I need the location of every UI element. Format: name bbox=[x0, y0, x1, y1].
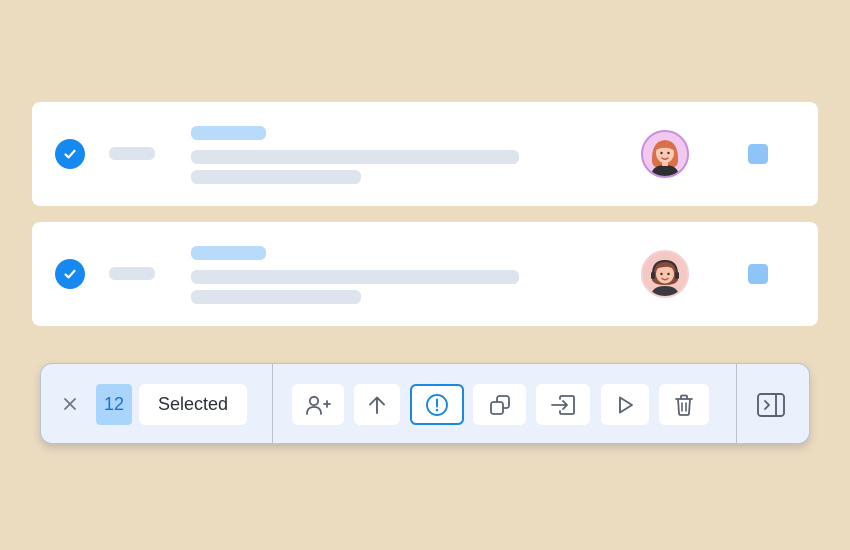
woman-avatar-icon bbox=[643, 132, 687, 176]
checkbox-checked[interactable] bbox=[55, 259, 85, 289]
delete-button[interactable] bbox=[659, 384, 709, 425]
move-to-button[interactable] bbox=[536, 384, 590, 425]
selected-count-badge: 12 bbox=[96, 384, 132, 425]
status-square bbox=[748, 144, 768, 164]
toggle-panel-button[interactable] bbox=[753, 384, 789, 425]
checkbox-checked[interactable] bbox=[55, 139, 85, 169]
duplicate-button[interactable] bbox=[473, 384, 526, 425]
arrow-up-icon bbox=[369, 396, 385, 414]
duplicate-icon bbox=[489, 394, 510, 415]
avatar bbox=[641, 250, 689, 298]
add-user-button[interactable] bbox=[292, 384, 344, 425]
selected-label: Selected bbox=[139, 384, 247, 425]
toolbar-divider bbox=[736, 364, 737, 443]
trash-icon bbox=[675, 394, 693, 416]
avatar bbox=[641, 130, 689, 178]
alert-icon bbox=[426, 393, 448, 416]
move-to-icon bbox=[551, 394, 575, 415]
placeholder-text-line bbox=[191, 270, 519, 284]
checkmark-icon bbox=[64, 149, 76, 159]
report-issue-button[interactable] bbox=[410, 384, 464, 425]
toolbar-divider bbox=[272, 364, 273, 443]
status-square bbox=[748, 264, 768, 284]
woman-headset-avatar-icon bbox=[643, 252, 687, 296]
placeholder-title bbox=[191, 246, 266, 260]
placeholder-text-line bbox=[191, 170, 361, 184]
selection-toolbar: 12 Selected bbox=[40, 363, 810, 444]
close-icon bbox=[64, 398, 76, 410]
add-user-icon bbox=[306, 395, 331, 415]
move-up-button[interactable] bbox=[354, 384, 400, 425]
play-button[interactable] bbox=[601, 384, 649, 425]
checkmark-icon bbox=[64, 269, 76, 279]
list-item[interactable] bbox=[32, 222, 818, 326]
list-item[interactable] bbox=[32, 102, 818, 206]
panel-toggle-icon bbox=[757, 392, 785, 417]
play-icon bbox=[619, 396, 633, 413]
placeholder-text-line bbox=[191, 290, 361, 304]
placeholder-label bbox=[109, 267, 155, 280]
close-selection-button[interactable] bbox=[60, 394, 80, 414]
placeholder-text-line bbox=[191, 150, 519, 164]
placeholder-label bbox=[109, 147, 155, 160]
placeholder-title bbox=[191, 126, 266, 140]
